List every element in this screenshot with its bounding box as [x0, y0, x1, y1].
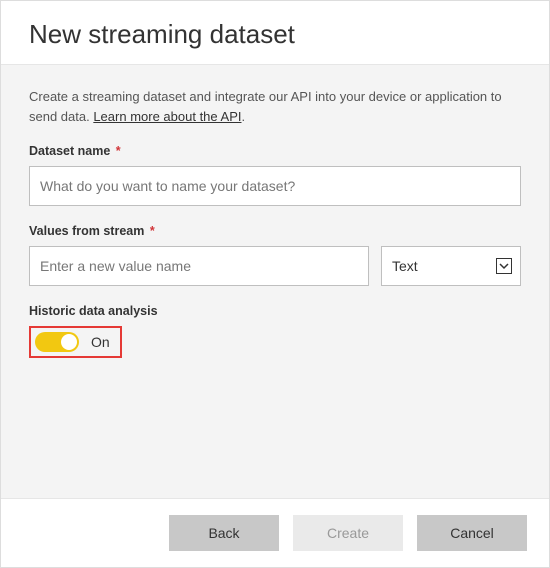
dataset-name-label-text: Dataset name [29, 144, 110, 158]
values-row: Text [29, 246, 521, 286]
toggle-knob [61, 334, 77, 350]
description-suffix: . [241, 109, 245, 124]
values-from-stream-field: Values from stream * Text [29, 224, 521, 286]
historic-data-field: Historic data analysis On [29, 304, 521, 358]
dataset-name-label: Dataset name * [29, 144, 521, 158]
historic-data-state: On [91, 334, 110, 350]
dialog-header: New streaming dataset [1, 1, 549, 64]
description: Create a streaming dataset and integrate… [29, 87, 521, 126]
back-button[interactable]: Back [169, 515, 279, 551]
value-name-input[interactable] [29, 246, 369, 286]
historic-data-label: Historic data analysis [29, 304, 521, 318]
values-from-stream-label-text: Values from stream [29, 224, 144, 238]
page-title: New streaming dataset [29, 19, 521, 50]
dialog-footer: Back Create Cancel [1, 499, 549, 567]
required-marker: * [116, 144, 121, 158]
highlight-annotation: On [29, 326, 122, 358]
create-button[interactable]: Create [293, 515, 403, 551]
dialog-body: Create a streaming dataset and integrate… [1, 64, 549, 499]
value-type-selected: Text [392, 258, 418, 274]
dataset-name-input[interactable] [29, 166, 521, 206]
cancel-button[interactable]: Cancel [417, 515, 527, 551]
chevron-down-icon [496, 258, 512, 274]
dialog: New streaming dataset Create a streaming… [0, 0, 550, 568]
historic-data-toggle[interactable] [35, 332, 79, 352]
learn-more-link[interactable]: Learn more about the API [93, 109, 241, 124]
values-from-stream-label: Values from stream * [29, 224, 521, 238]
value-type-select[interactable]: Text [381, 246, 521, 286]
required-marker: * [150, 224, 155, 238]
dataset-name-field: Dataset name * [29, 144, 521, 206]
